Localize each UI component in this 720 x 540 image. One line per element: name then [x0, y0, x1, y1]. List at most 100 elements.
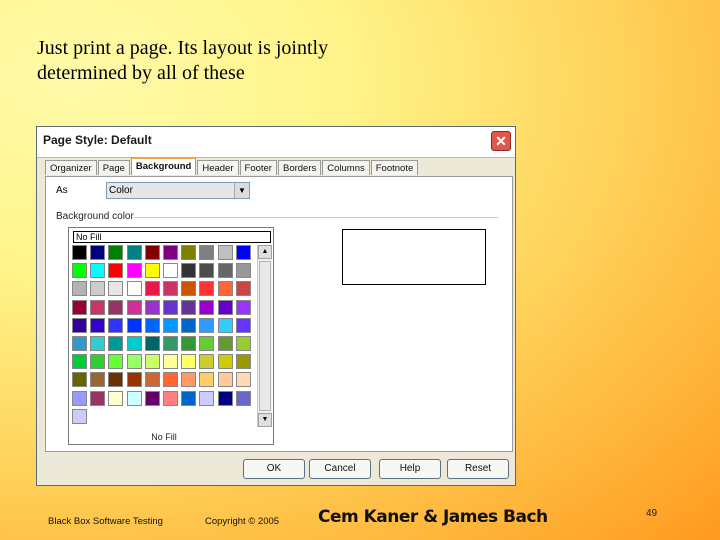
color-swatch[interactable]: [144, 354, 160, 370]
tab-header[interactable]: Header: [197, 160, 239, 175]
color-swatch[interactable]: [235, 263, 251, 279]
color-swatch[interactable]: [199, 245, 215, 260]
tab-footer[interactable]: Footer: [239, 160, 277, 175]
color-swatch[interactable]: [163, 263, 178, 279]
tab-columns[interactable]: Columns: [322, 160, 370, 175]
color-swatch[interactable]: [217, 354, 233, 370]
tab-background[interactable]: Background: [130, 157, 197, 175]
color-swatch[interactable]: [72, 408, 87, 424]
color-swatch[interactable]: [72, 336, 87, 351]
color-swatch[interactable]: [126, 299, 142, 315]
color-swatch[interactable]: [72, 372, 87, 388]
color-swatch[interactable]: [235, 354, 251, 370]
color-swatch[interactable]: [163, 299, 178, 315]
color-swatch[interactable]: [90, 372, 106, 388]
color-swatch[interactable]: [199, 336, 215, 351]
color-swatch[interactable]: [108, 317, 124, 333]
color-swatch[interactable]: [126, 336, 142, 351]
color-swatch[interactable]: [72, 317, 87, 333]
color-swatch[interactable]: [199, 317, 215, 333]
color-swatch[interactable]: [235, 299, 251, 315]
color-swatch[interactable]: [217, 390, 233, 406]
scroll-thumb[interactable]: [259, 261, 271, 411]
close-button[interactable]: ✕: [491, 131, 511, 151]
color-swatch[interactable]: [235, 390, 251, 406]
scroll-up-icon[interactable]: ▲: [258, 245, 272, 259]
tab-page[interactable]: Page: [97, 160, 130, 175]
color-swatch[interactable]: [72, 263, 87, 279]
color-swatch[interactable]: [163, 245, 178, 260]
color-swatch[interactable]: [144, 299, 160, 315]
tab-borders[interactable]: Borders: [277, 160, 322, 175]
color-swatch[interactable]: [181, 336, 197, 351]
ok-button[interactable]: OK: [243, 459, 305, 479]
color-swatch[interactable]: [144, 263, 160, 279]
color-swatch[interactable]: [199, 299, 215, 315]
color-swatch[interactable]: [126, 354, 142, 370]
color-swatch[interactable]: [144, 372, 160, 388]
tab-footnote[interactable]: Footnote: [370, 160, 419, 175]
color-swatch[interactable]: [108, 299, 124, 315]
help-button[interactable]: Help: [379, 459, 441, 479]
color-swatch[interactable]: [181, 281, 197, 297]
color-swatch[interactable]: [90, 354, 106, 370]
color-swatch[interactable]: [144, 317, 160, 333]
color-swatch[interactable]: [235, 317, 251, 333]
color-swatch[interactable]: [108, 390, 124, 406]
color-swatch[interactable]: [181, 299, 197, 315]
scroll-down-icon[interactable]: ▼: [258, 413, 272, 427]
color-swatch[interactable]: [217, 372, 233, 388]
color-swatch[interactable]: [235, 372, 251, 388]
color-swatch[interactable]: [181, 317, 197, 333]
color-swatch[interactable]: [199, 372, 215, 388]
color-swatch[interactable]: [90, 317, 106, 333]
color-swatch[interactable]: [108, 336, 124, 351]
color-swatch[interactable]: [199, 354, 215, 370]
color-swatch[interactable]: [90, 336, 106, 351]
color-swatch[interactable]: [126, 245, 142, 260]
color-swatch[interactable]: [217, 299, 233, 315]
chevron-down-icon[interactable]: ▼: [234, 183, 249, 198]
color-swatch[interactable]: [199, 263, 215, 279]
color-swatch[interactable]: [217, 336, 233, 351]
color-swatch[interactable]: [235, 336, 251, 351]
color-swatch[interactable]: [163, 336, 178, 351]
color-swatch[interactable]: [163, 317, 178, 333]
color-swatch[interactable]: [108, 354, 124, 370]
color-swatch[interactable]: [217, 245, 233, 260]
reset-button[interactable]: Reset: [447, 459, 509, 479]
as-select[interactable]: Color ▼: [106, 182, 250, 199]
color-swatch[interactable]: [108, 372, 124, 388]
color-swatch[interactable]: [126, 317, 142, 333]
color-swatch[interactable]: [90, 245, 106, 260]
color-swatch[interactable]: [181, 245, 197, 260]
color-swatch[interactable]: [217, 317, 233, 333]
color-swatch[interactable]: [72, 390, 87, 406]
color-swatch[interactable]: [235, 281, 251, 297]
palette-scrollbar[interactable]: ▲ ▼: [257, 245, 272, 427]
color-swatch[interactable]: [90, 390, 106, 406]
color-swatch[interactable]: [181, 354, 197, 370]
color-swatch[interactable]: [144, 281, 160, 297]
color-swatch[interactable]: [163, 281, 178, 297]
cancel-button[interactable]: Cancel: [309, 459, 371, 479]
color-swatch[interactable]: [217, 263, 233, 279]
color-swatch[interactable]: [126, 390, 142, 406]
color-swatch[interactable]: [126, 263, 142, 279]
color-swatch[interactable]: [90, 299, 106, 315]
color-swatch[interactable]: [72, 281, 87, 297]
color-swatch[interactable]: [108, 281, 124, 297]
color-swatch[interactable]: [181, 390, 197, 406]
color-swatch[interactable]: [235, 245, 251, 260]
color-swatch[interactable]: [163, 372, 178, 388]
color-swatch[interactable]: [144, 245, 160, 260]
color-swatch[interactable]: [181, 263, 197, 279]
color-swatch[interactable]: [108, 245, 124, 260]
color-swatch[interactable]: [126, 281, 142, 297]
color-swatch[interactable]: [90, 281, 106, 297]
color-swatch[interactable]: [126, 372, 142, 388]
color-swatch[interactable]: [144, 336, 160, 351]
color-swatch[interactable]: [217, 281, 233, 297]
color-swatch[interactable]: [199, 281, 215, 297]
color-swatch[interactable]: [144, 390, 160, 406]
